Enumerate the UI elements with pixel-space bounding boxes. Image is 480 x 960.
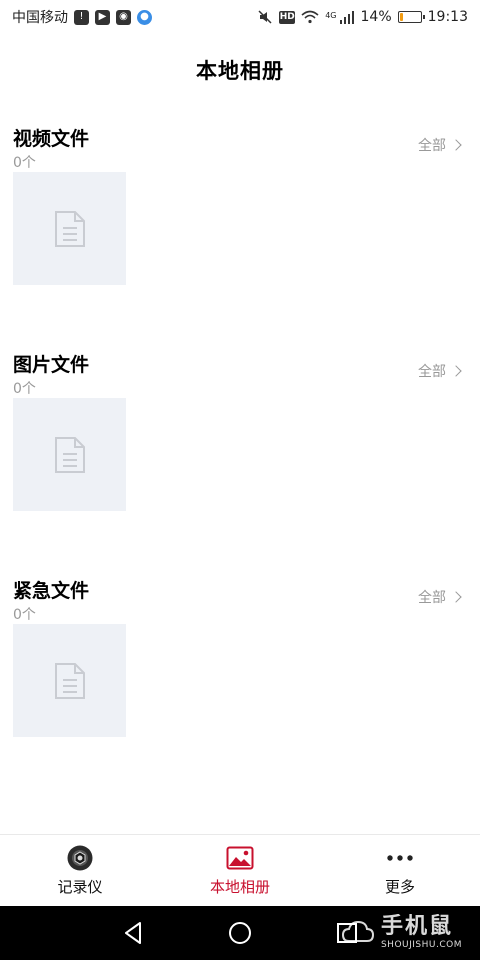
- chevron-right-icon: [450, 365, 462, 377]
- section-title: 紧急文件: [13, 580, 90, 602]
- view-all-label: 全部: [418, 590, 446, 606]
- wifi-icon: [301, 10, 319, 24]
- section-title: 图片文件: [13, 354, 90, 376]
- section-count: 0个: [13, 155, 36, 171]
- nav-item-recorder[interactable]: 记录仪: [0, 835, 160, 906]
- chevron-right-icon: [450, 591, 462, 603]
- watermark-brand: 手机鼠: [380, 914, 453, 939]
- emergency-files-section: 紧急文件 0个 全部: [0, 576, 480, 776]
- home-button[interactable]: [226, 919, 254, 947]
- watermark-text: 手机鼠 SHOUJISHU.COM: [380, 914, 462, 951]
- empty-file-placeholder[interactable]: [13, 172, 126, 285]
- document-icon: [54, 210, 85, 247]
- back-button[interactable]: [119, 919, 147, 947]
- network-type: 4G: [325, 11, 337, 20]
- more-dots-icon: [386, 845, 414, 871]
- battery-fill: [399, 13, 403, 21]
- play-store-icon: ▶: [95, 9, 110, 25]
- carrier-label: 中国移动: [12, 10, 68, 26]
- app-icon: ●: [137, 9, 152, 25]
- status-left: 中国移动 ! ▶ ◉ ●: [12, 7, 152, 27]
- video-files-section: 视频文件 0个 全部: [0, 124, 480, 324]
- image-files-section: 图片文件 0个 全部: [0, 350, 480, 550]
- cloud-logo-icon: [341, 920, 374, 942]
- section-title: 视频文件: [13, 128, 90, 150]
- screen: 中国移动 ! ▶ ◉ ● HD 4G 14% 19:13 本地相册 视频文件 0…: [0, 0, 480, 960]
- mute-icon: [258, 10, 272, 24]
- sim-icon: !: [74, 9, 89, 25]
- section-count: 0个: [13, 381, 36, 397]
- empty-file-placeholder[interactable]: [13, 398, 126, 511]
- status-right: HD 4G 14% 19:13: [257, 9, 468, 25]
- bottom-nav: 记录仪 本地相册 更多: [0, 834, 480, 906]
- section-count: 0个: [13, 607, 36, 623]
- watermark: 手机鼠 SHOUJISHU.COM: [341, 906, 462, 960]
- empty-file-placeholder[interactable]: [13, 624, 126, 737]
- view-all-videos-link[interactable]: 全部: [418, 135, 462, 155]
- hd-icon: HD: [279, 10, 296, 24]
- signal-icon: [339, 11, 354, 24]
- nav-label: 记录仪: [57, 877, 103, 896]
- wechat-icon: ◉: [116, 9, 131, 25]
- battery-icon: [397, 11, 425, 23]
- status-bar: 中国移动 ! ▶ ◉ ● HD 4G 14% 19:13: [0, 0, 480, 34]
- chevron-right-icon: [450, 139, 462, 151]
- clock: 19:13: [427, 9, 468, 25]
- nav-label: 更多: [384, 877, 415, 896]
- nav-item-local-album[interactable]: 本地相册: [160, 835, 320, 906]
- document-icon: [54, 662, 85, 699]
- view-all-emergency-link[interactable]: 全部: [418, 587, 462, 607]
- battery-percent: 14%: [360, 9, 392, 25]
- view-all-images-link[interactable]: 全部: [418, 361, 462, 381]
- view-all-label: 全部: [418, 138, 446, 154]
- nav-item-more[interactable]: 更多: [320, 835, 480, 906]
- app-header: 本地相册: [0, 34, 480, 106]
- nav-label: 本地相册: [209, 877, 270, 896]
- photo-album-icon: [226, 845, 254, 871]
- back-triangle-icon: [125, 922, 142, 944]
- page-title: 本地相册: [196, 59, 284, 83]
- view-all-label: 全部: [418, 364, 446, 380]
- camera-lens-icon: [66, 845, 94, 871]
- watermark-url: SHOUJISHU.COM: [380, 940, 462, 950]
- document-icon: [54, 436, 85, 473]
- home-circle-icon: [228, 922, 251, 944]
